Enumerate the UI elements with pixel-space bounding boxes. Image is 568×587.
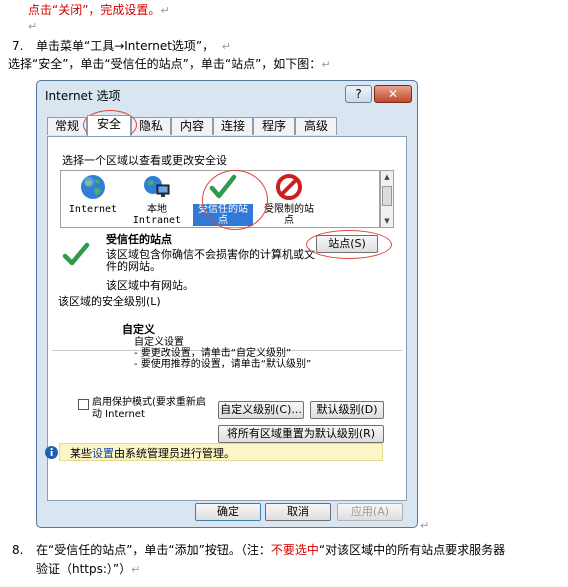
doc-empty-line: ↵	[28, 20, 38, 33]
info-text: 某些设置由系统管理员进行管理。	[70, 445, 235, 461]
intranet-icon	[144, 176, 170, 197]
tab-connections[interactable]: 连接	[213, 117, 253, 135]
close-button[interactable]: ✕	[374, 85, 412, 103]
apply-button[interactable]: 应用(A)	[337, 503, 403, 521]
trusted-check-icon	[62, 242, 90, 266]
tab-security[interactable]: 安全	[87, 115, 131, 136]
zone-trusted-sites[interactable]: 受信任的站 点	[193, 173, 253, 226]
scroll-down-icon[interactable]: ▼	[381, 216, 393, 226]
protected-mode-checkbox[interactable]	[78, 399, 89, 410]
zone-list: Internet 本地 Intranet 受信任的站 点 受限制的站 点	[60, 170, 380, 228]
zone-internet-label: Internet	[68, 204, 118, 215]
zone-local-intranet[interactable]: 本地 Intranet	[127, 173, 187, 226]
admin-info-bar: 某些设置由系统管理员进行管理。	[45, 443, 383, 461]
dialog-title: Internet 选项	[45, 89, 121, 103]
doc-step8-line2: 验证（https:）”）↵	[36, 562, 141, 576]
zone-restricted-label: 受限制的站 点	[264, 204, 314, 226]
tab-advanced[interactable]: 高级	[295, 117, 337, 135]
dialog-titlebar: Internet 选项 ? ✕	[37, 81, 417, 107]
doc-step8: 8. 在“受信任的站点”，单击“添加”按钮。（注：不要选中“对该区域中的所有站点要…	[12, 543, 506, 557]
custom-title: 自定义	[122, 323, 155, 336]
checkmark-icon	[209, 174, 237, 199]
sites-button[interactable]: 站点(S)	[316, 235, 378, 253]
default-level-button[interactable]: 默认级别(D)	[310, 401, 384, 419]
scroll-thumb[interactable]	[382, 186, 392, 206]
reset-all-zones-button[interactable]: 将所有区域重置为默认级别(R)	[218, 425, 384, 443]
info-text-post: 由系统管理员进行管理。	[114, 447, 235, 460]
cancel-button[interactable]: 取消	[265, 503, 331, 521]
internet-options-dialog: Internet 选项 ? ✕ 常规 安全 隐私 内容 连接 程序 高级 选择一…	[36, 80, 418, 528]
custom-line-3: - 要使用推荐的设置，请单击“默认级别”	[134, 359, 312, 370]
zone-has-sites: 该区域中有网站。	[106, 279, 194, 292]
zone-heading: 受信任的站点	[106, 233, 172, 246]
doc-step7-line2: 选择“安全”，单击“受信任的站点”，单击“站点”，如下图：↵	[8, 57, 331, 71]
globe-icon	[81, 175, 105, 199]
protected-mode-label: 启用保护模式(要求重新启动 Internet	[92, 397, 206, 420]
zone-description: 该区域包含你确信不会损害你的计算机或文件的网站。	[106, 248, 315, 273]
doc-line-close-done: 点击“关闭”，完成设置。↵	[28, 3, 170, 17]
zone-trusted-label: 受信任的站 点	[193, 204, 253, 226]
ok-button[interactable]: 确定	[195, 503, 261, 521]
custom-level-button[interactable]: 自定义级别(C)...	[218, 401, 304, 419]
scroll-up-icon[interactable]: ▲	[381, 172, 393, 182]
zone-internet[interactable]: Internet	[63, 173, 123, 215]
info-icon	[45, 446, 58, 459]
custom-line-1: 自定义设置	[134, 337, 184, 348]
zone-list-scrollbar[interactable]: ▲ ▼	[380, 170, 394, 228]
doc-step7: 7. 单击菜单“工具→Internet选项”， ↵	[12, 39, 231, 53]
tab-general[interactable]: 常规	[47, 117, 87, 135]
custom-line-2: - 要更改设置，请单击“自定义级别”	[134, 348, 292, 359]
restricted-icon	[276, 174, 302, 200]
zone-intranet-label: 本地 Intranet	[132, 204, 182, 226]
info-text-pre: 某些	[70, 447, 92, 460]
settings-link[interactable]: 设置	[92, 447, 114, 460]
tab-programs[interactable]: 程序	[253, 117, 295, 135]
doc-mark-after-dialog: ↵	[420, 519, 430, 532]
security-level-title: 该区域的安全级别(L)	[56, 293, 163, 309]
tab-privacy[interactable]: 隐私	[131, 117, 171, 135]
zone-prompt: 选择一个区域以查看或更改安全设	[62, 154, 227, 167]
help-button[interactable]: ?	[345, 85, 372, 103]
zone-restricted-sites[interactable]: 受限制的站 点	[259, 173, 319, 226]
tab-content[interactable]: 内容	[171, 117, 213, 135]
